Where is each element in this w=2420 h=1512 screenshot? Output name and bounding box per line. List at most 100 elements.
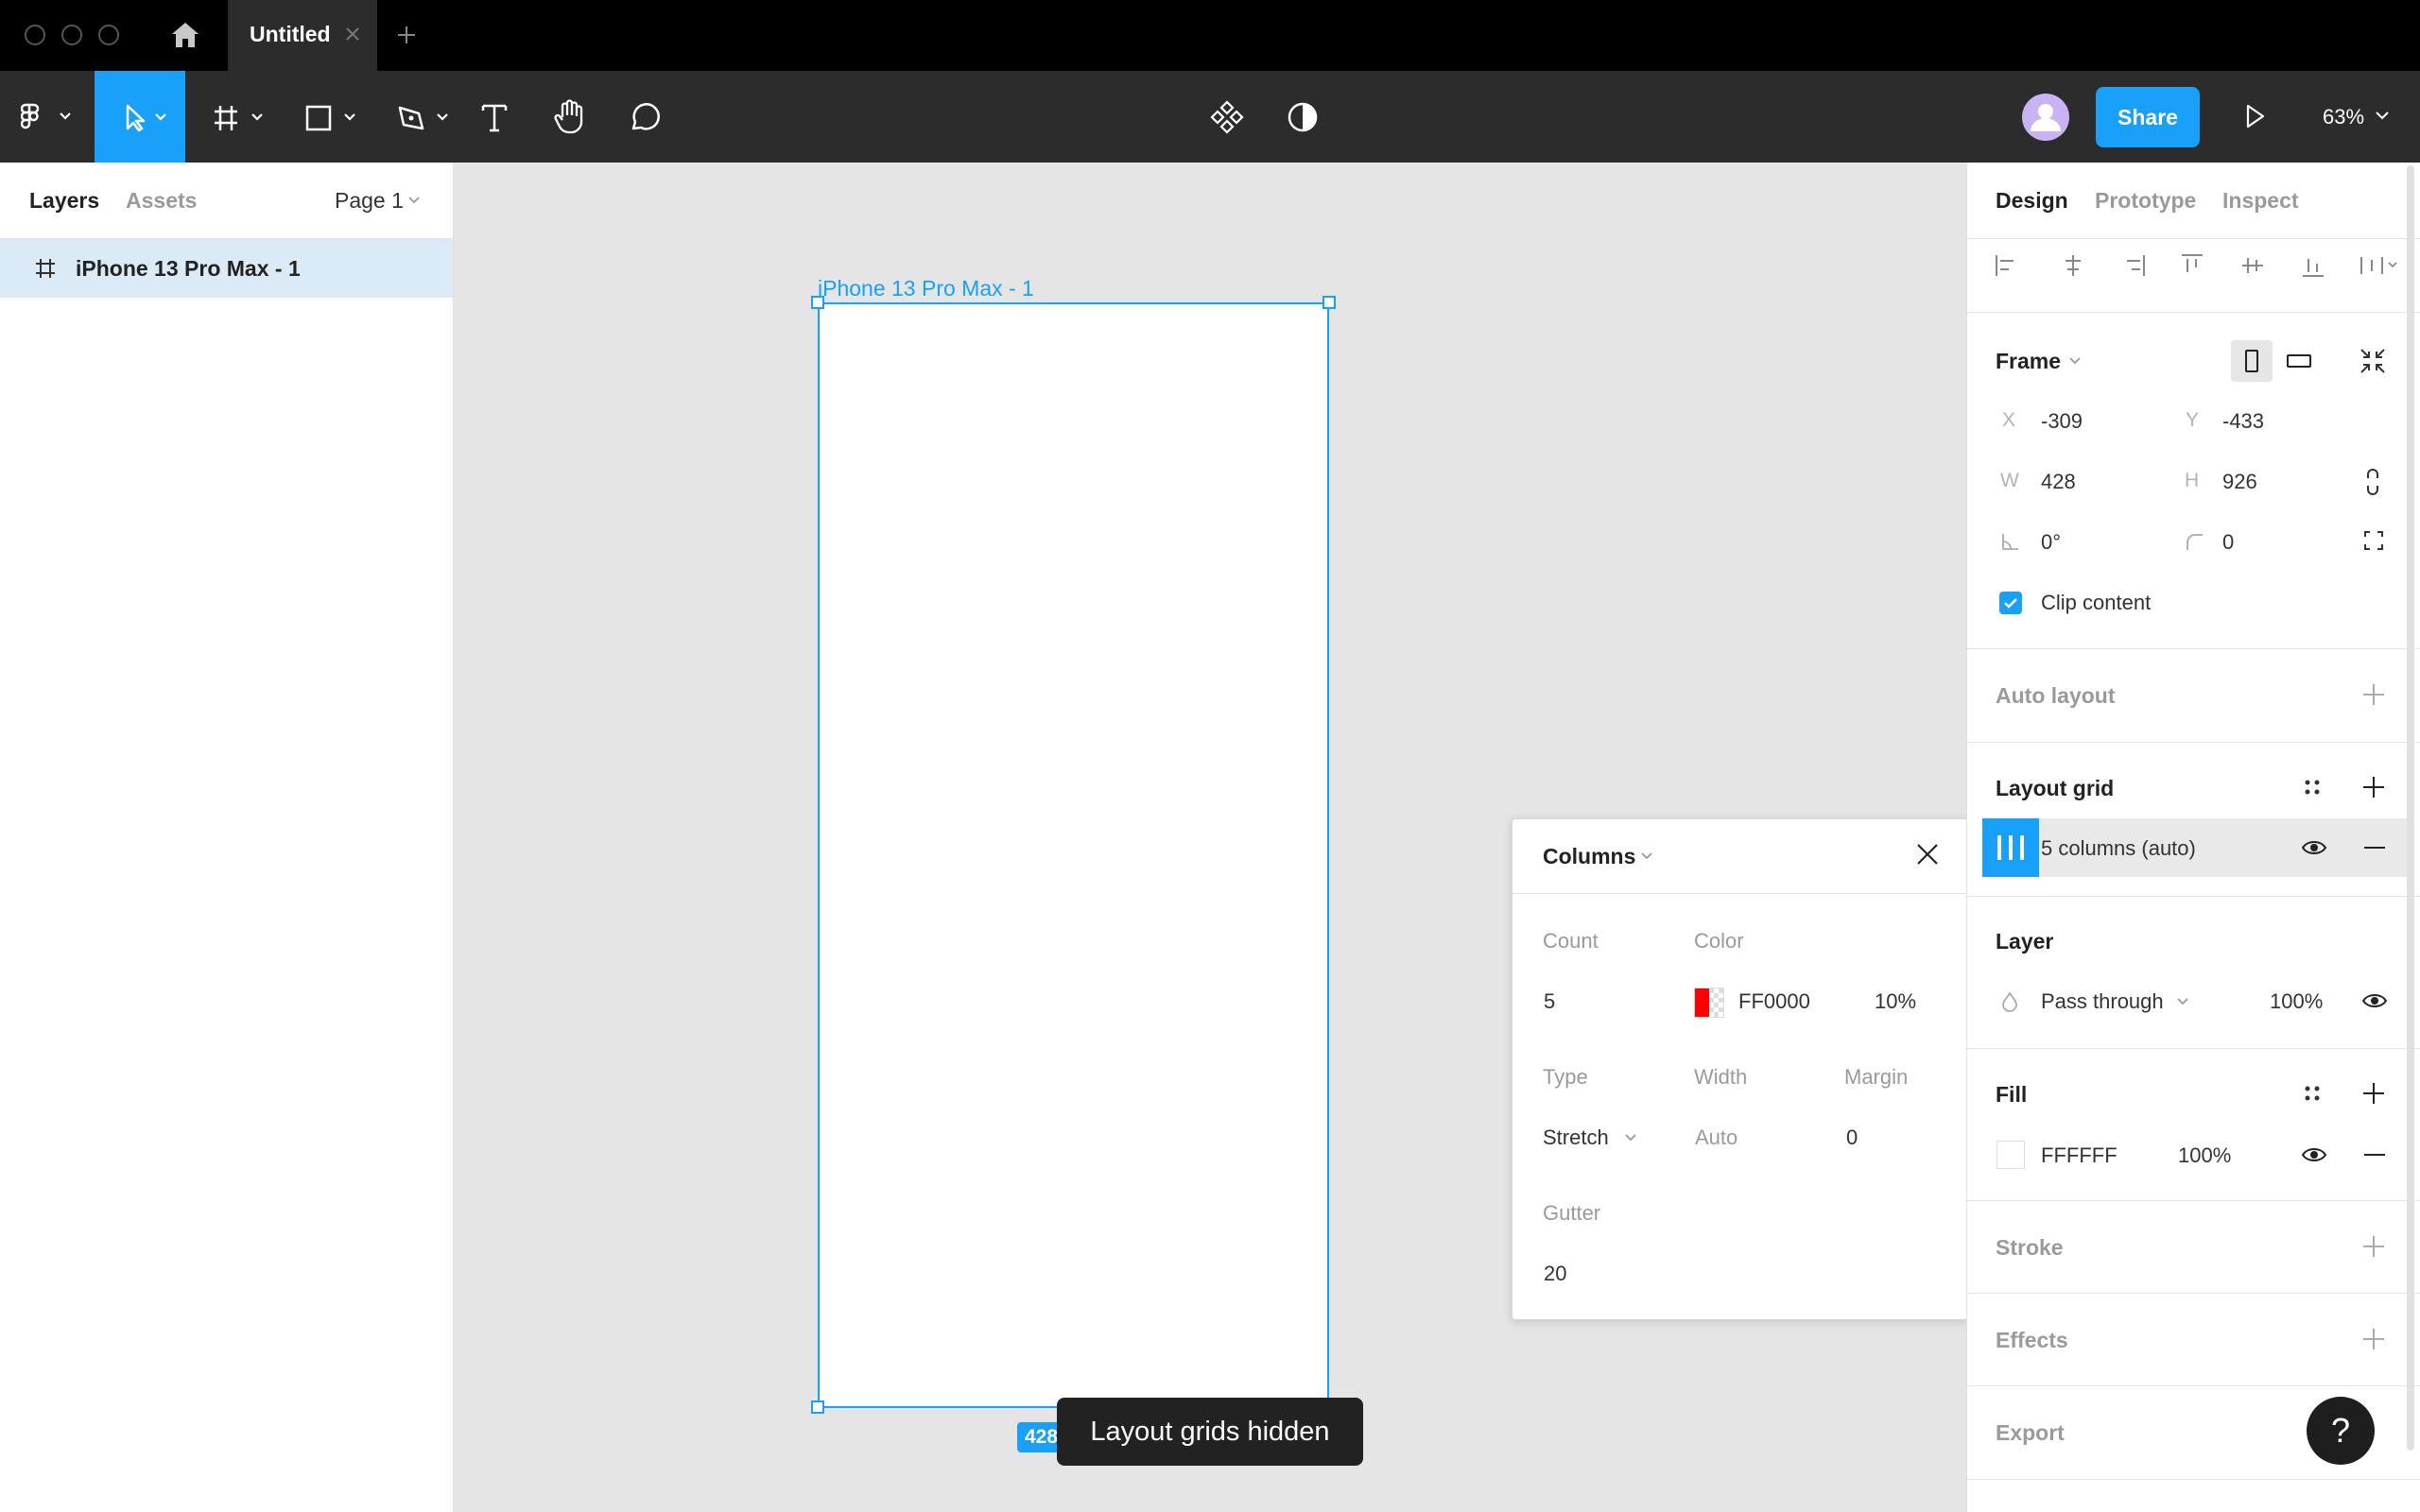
color-opacity-input[interactable]: 10%: [1875, 989, 1916, 1014]
fill-styles-icon[interactable]: [2301, 1082, 2324, 1105]
tab-assets[interactable]: Assets: [126, 188, 197, 214]
frame-layer-icon: [34, 257, 57, 280]
count-input[interactable]: 5: [1544, 989, 1555, 1014]
margin-input[interactable]: 0: [1846, 1125, 1858, 1150]
rotation-input[interactable]: 0°: [2041, 530, 2061, 555]
add-effect-icon[interactable]: [2361, 1327, 2386, 1351]
resize-to-fit-icon[interactable]: [2358, 346, 2388, 376]
y-input[interactable]: -433: [2222, 409, 2264, 434]
align-right-icon[interactable]: [2119, 251, 2148, 280]
count-label: Count: [1543, 929, 1599, 953]
corner-radius-input[interactable]: 0: [2222, 530, 2234, 555]
iphone-frame[interactable]: [818, 302, 1329, 1408]
fill-visibility-eye-icon[interactable]: [2301, 1143, 2327, 1166]
zoom-level[interactable]: 63%: [2323, 105, 2364, 129]
constrain-proportions-icon[interactable]: [2362, 467, 2383, 497]
resize-handle-bottom-left[interactable]: [811, 1400, 824, 1414]
grid-styles-icon[interactable]: [2301, 776, 2324, 799]
layer-opacity-input[interactable]: 100%: [2270, 989, 2323, 1014]
avatar[interactable]: [2022, 94, 2069, 141]
contrast-mode-icon[interactable]: [1276, 71, 1329, 163]
page-chevron-down-icon[interactable]: [407, 195, 421, 206]
remove-fill-icon[interactable]: [2362, 1143, 2387, 1166]
distribute-icon[interactable]: [2358, 251, 2399, 280]
frame-section-title[interactable]: Frame: [1996, 349, 2061, 374]
pen-tool-icon[interactable]: [386, 71, 461, 163]
add-stroke-icon[interactable]: [2361, 1234, 2386, 1259]
gutter-input[interactable]: 20: [1544, 1262, 1566, 1286]
new-tab-icon[interactable]: [395, 24, 418, 46]
w-input[interactable]: 428: [2041, 470, 2076, 494]
remove-layout-grid-icon[interactable]: [2362, 836, 2387, 859]
panel-divider: [1967, 648, 2420, 649]
add-layout-grid-icon[interactable]: [2361, 775, 2386, 799]
components-icon[interactable]: [1201, 71, 1253, 163]
frame-chevron-down-icon[interactable]: [2068, 355, 2082, 367]
window-maximize-button[interactable]: [98, 25, 119, 45]
close-icon[interactable]: [1915, 842, 1940, 867]
type-select[interactable]: Stretch: [1543, 1125, 1609, 1150]
effects-section-title[interactable]: Effects: [1996, 1328, 2068, 1353]
home-icon[interactable]: [170, 21, 200, 49]
tab-close-icon[interactable]: [343, 25, 362, 43]
width-input[interactable]: Auto: [1695, 1125, 1737, 1150]
clip-content-checkbox[interactable]: [1999, 592, 2022, 614]
properties-scrollbar[interactable]: [2407, 165, 2414, 1451]
stroke-section-title[interactable]: Stroke: [1996, 1235, 2064, 1261]
text-tool-icon[interactable]: [471, 71, 518, 163]
eye-icon[interactable]: [2301, 836, 2327, 859]
fill-opacity-input[interactable]: 100%: [2178, 1143, 2231, 1168]
window-close-button[interactable]: [25, 25, 45, 45]
help-button[interactable]: ?: [2307, 1397, 2375, 1465]
page-select[interactable]: Page 1: [335, 188, 404, 214]
tab-layers[interactable]: Layers: [29, 188, 99, 214]
hand-tool-icon[interactable]: [546, 71, 594, 163]
portrait-orientation-button[interactable]: [2231, 340, 2273, 382]
resize-handle-top-right[interactable]: [1322, 296, 1336, 309]
align-bottom-icon[interactable]: [2299, 251, 2327, 280]
main-menu-button[interactable]: [19, 71, 76, 163]
tab-prototype[interactable]: Prototype: [2095, 188, 2196, 214]
grid-type-select[interactable]: Columns: [1543, 844, 1635, 869]
color-hex-input[interactable]: FF0000: [1738, 989, 1810, 1014]
present-play-icon[interactable]: [2242, 102, 2267, 130]
layers-panel: [0, 163, 454, 1512]
blend-mode-select[interactable]: Pass through: [2041, 989, 2164, 1014]
share-button[interactable]: Share: [2096, 87, 2200, 147]
landscape-orientation-button[interactable]: [2278, 340, 2320, 382]
auto-layout-title[interactable]: Auto layout: [1996, 683, 2116, 709]
x-input[interactable]: -309: [2041, 409, 2083, 434]
add-fill-icon[interactable]: [2361, 1081, 2386, 1106]
zoom-chevron-down-icon[interactable]: [2374, 109, 2391, 122]
corner-radius-icon: [2184, 531, 2204, 552]
grid-type-chevron-down-icon[interactable]: [1640, 850, 1653, 862]
window-minimize-button[interactable]: [61, 25, 82, 45]
blend-chevron-down-icon[interactable]: [2176, 996, 2189, 1007]
type-chevron-down-icon[interactable]: [1624, 1132, 1637, 1143]
independent-corners-icon[interactable]: [2362, 529, 2385, 552]
frame-label[interactable]: iPhone 13 Pro Max - 1: [818, 276, 1034, 301]
fill-color-swatch[interactable]: [1996, 1141, 2025, 1169]
resize-handle-top-left[interactable]: [811, 296, 824, 309]
fill-section-title: Fill: [1996, 1082, 2028, 1107]
tab-inspect[interactable]: Inspect: [2222, 188, 2299, 214]
color-swatch[interactable]: [1694, 988, 1724, 1018]
align-top-icon[interactable]: [2178, 251, 2206, 280]
move-tool-icon: [95, 71, 185, 163]
add-auto-layout-icon[interactable]: [2361, 682, 2386, 707]
layer-visibility-eye-icon[interactable]: [2361, 989, 2388, 1012]
h-input[interactable]: 926: [2222, 470, 2257, 494]
frame-tool-icon[interactable]: [200, 71, 276, 163]
align-left-icon[interactable]: [1993, 251, 2021, 280]
tab-design[interactable]: Design: [1996, 188, 2068, 214]
align-vertical-center-icon[interactable]: [2238, 251, 2267, 280]
panel-divider: [1967, 742, 2420, 743]
fill-hex-input[interactable]: FFFFFF: [2041, 1143, 2118, 1168]
grid-settings-button[interactable]: [1982, 818, 2039, 877]
align-horizontal-center-icon[interactable]: [2059, 251, 2087, 280]
export-section-title[interactable]: Export: [1996, 1420, 2065, 1446]
type-label: Type: [1543, 1065, 1588, 1089]
panel-divider: [1967, 238, 2420, 239]
comment-tool-icon[interactable]: [622, 71, 669, 163]
rectangle-tool-icon[interactable]: [293, 71, 369, 163]
